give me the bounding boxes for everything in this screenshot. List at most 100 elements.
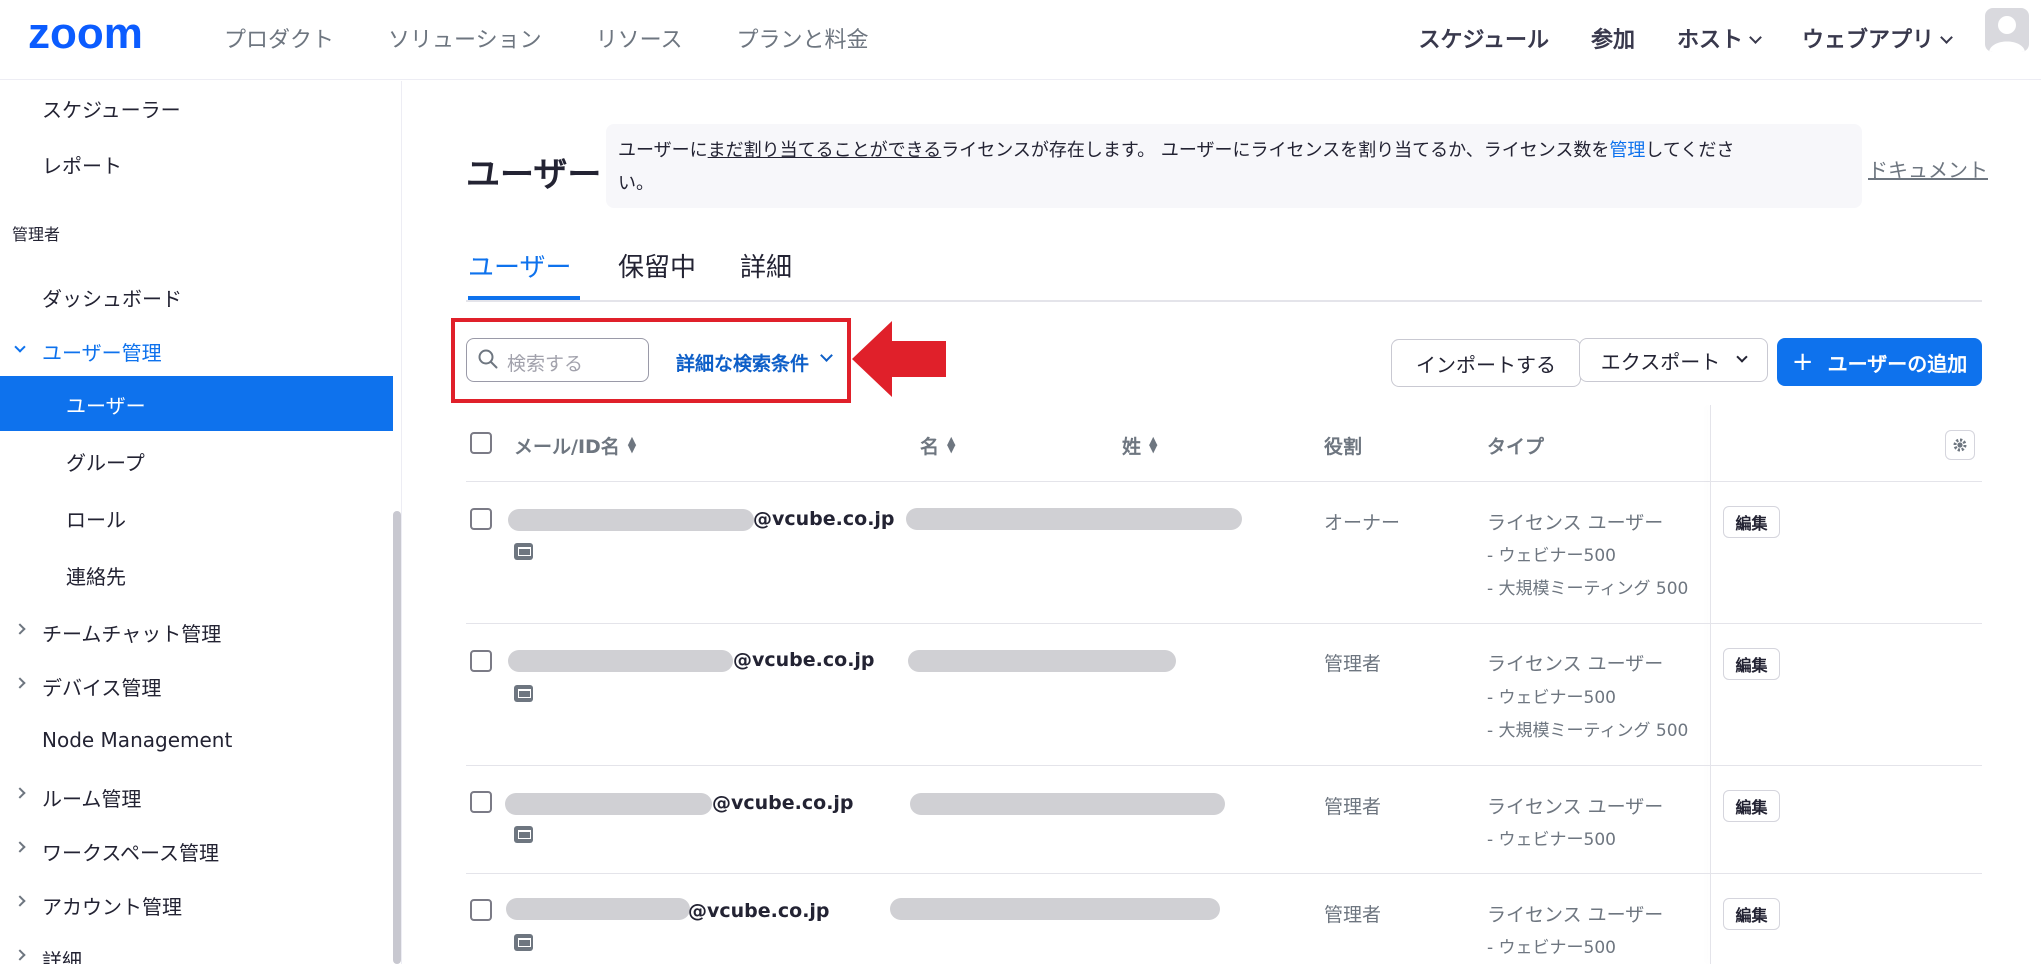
redacted-email-name [508,650,733,672]
sidebar-item-groups[interactable]: グループ [66,447,145,476]
sidebar-item-advanced[interactable]: 詳細 [42,945,82,964]
nav-solutions[interactable]: ソリューション [388,22,542,54]
page-title: ユーザー [466,155,602,195]
avatar[interactable] [1985,8,2029,52]
sidebar-item-user-management[interactable]: ユーザー管理 [42,337,162,366]
annotation-highlight-box [451,318,851,403]
edit-user-button[interactable]: 編集 [1723,790,1780,822]
chevron-right-icon [14,677,26,689]
nav-pricing[interactable]: プランと料金 [736,22,868,54]
sidebar-scrollbar[interactable] [393,511,401,964]
sidebar-item-account[interactable]: アカウント管理 [42,891,182,920]
user-addon: - 大規模ミーティング 500 [1487,579,1689,599]
column-header-email-label: メール/ID名 [514,436,620,458]
sidebar-item-reports[interactable]: レポート [42,150,122,179]
user-addon: - ウェビナー500 [1487,688,1616,708]
mail-icon [514,543,533,560]
svg-text:zoom: zoom [28,12,143,56]
edit-user-button[interactable]: 編集 [1723,648,1780,680]
chevron-down-icon [14,341,26,353]
redacted-full-name [908,650,1176,672]
row-divider [466,481,1982,482]
redacted-email-name [505,793,712,815]
row-checkbox[interactable] [470,650,492,672]
tab-pending[interactable]: 保留中 [618,247,696,284]
edit-button-label: 編集 [1735,906,1768,925]
email-domain: @vcube.co.jp [712,792,854,814]
user-addon: - ウェビナー500 [1487,830,1616,850]
zoom-logo[interactable]: zoom [28,12,178,56]
email-domain: @vcube.co.jp [688,900,830,922]
gear-icon [1953,438,1967,452]
row-checkbox[interactable] [470,791,492,813]
export-button-label: エクスポート [1600,349,1721,374]
column-header-email[interactable]: メール/ID名 ▲ ▼ [514,432,636,459]
edit-user-button[interactable]: 編集 [1723,506,1780,538]
column-header-last-name[interactable]: 姓 ▲ ▼ [1122,432,1157,459]
column-header-role: 役割 [1324,436,1363,458]
add-user-button[interactable]: + ユーザーの追加 [1777,338,1982,386]
sidebar-item-users[interactable]: ユーザー [66,390,146,419]
sidebar-section-admin: 管理者 [12,225,61,244]
column-settings-button[interactable] [1945,430,1975,460]
license-notice: ユーザーにまだ割り当てることができるライセンスが存在します。 ユーザーにライセン… [606,124,1862,208]
edit-user-button[interactable]: 編集 [1723,898,1780,930]
notice-text: い。 [618,173,654,194]
chevron-right-icon [14,949,26,961]
sidebar-item-dashboard[interactable]: ダッシュボード [42,283,182,312]
chevron-right-icon [14,895,26,907]
mail-icon [514,685,533,702]
import-button[interactable]: インポートする [1391,339,1581,387]
notice-text: ユーザーに [618,140,708,161]
row-checkbox[interactable] [470,899,492,921]
sidebar-item-team-chat[interactable]: チームチャット管理 [42,618,221,647]
sidebar-item-roles[interactable]: ロール [66,504,126,533]
user-role: 管理者 [1324,904,1382,926]
row-checkbox[interactable] [470,508,492,530]
user-addon: - ウェビナー500 [1487,546,1616,566]
nav-join[interactable]: 参加 [1591,22,1635,54]
column-header-first-name-label: 名 [920,436,940,458]
notice-text: ライセンスが存在します。 ユーザーにライセンスを割り当てるか、ライセンス数を [941,140,1610,161]
tab-bar: ユーザー 保留中 詳細 [466,245,1982,302]
sidebar-item-node-management[interactable]: Node Management [42,728,232,752]
column-header-first-name[interactable]: 名 ▲ ▼ [920,432,955,459]
nav-left-menu: プロダクト ソリューション リソース プランと料金 [224,22,869,54]
sort-icon: ▲ ▼ [947,434,956,455]
redacted-full-name [906,508,1242,530]
nav-schedule[interactable]: スケジュール [1418,22,1548,54]
nav-web-app[interactable]: ウェブアプリ [1802,22,1951,54]
sidebar-item-scheduler[interactable]: スケジューラー [42,94,181,123]
tab-users[interactable]: ユーザー [468,247,571,284]
documentation-link[interactable]: ドキュメント [1868,154,1988,183]
redacted-full-name [910,793,1225,815]
sort-icon: ▲ ▼ [627,434,637,455]
edit-button-label: 編集 [1735,656,1768,675]
sidebar-item-rooms[interactable]: ルーム管理 [42,783,141,812]
email-domain: @vcube.co.jp [733,649,875,671]
user-addon: - 大規模ミーティング 500 [1487,721,1689,741]
nav-host[interactable]: ホスト [1677,22,1760,54]
top-navigation: zoom プロダクト ソリューション リソース プランと料金 スケジュール 参加… [0,0,2041,80]
mail-icon [514,826,533,843]
row-divider [466,873,1982,874]
user-type: ライセンス ユーザー [1487,512,1664,534]
select-all-checkbox[interactable] [470,432,492,454]
export-dropdown[interactable]: エクスポート [1579,338,1768,382]
chevron-down-icon [1736,351,1748,363]
add-user-button-label: ユーザーの追加 [1827,351,1968,376]
annotation-arrow-icon [852,321,946,397]
user-role: 管理者 [1324,653,1382,675]
sidebar-item-contacts[interactable]: 連絡先 [66,561,126,590]
notice-manage-link[interactable]: 管理 [1609,140,1645,161]
sidebar-item-devices[interactable]: デバイス管理 [42,672,161,701]
nav-resources[interactable]: リソース [596,22,683,54]
sidebar-item-workspaces[interactable]: ワークスペース管理 [42,837,219,866]
active-tab-indicator [468,296,580,300]
sidebar: スケジューラー レポート 管理者 ダッシュボード ユーザー管理 ユーザー グルー… [0,81,402,964]
column-header-type: タイプ [1487,436,1545,458]
email-domain: @vcube.co.jp [753,508,895,530]
tab-advanced[interactable]: 詳細 [740,247,792,284]
notice-underlined-text[interactable]: まだ割り当てることができる [708,140,942,161]
nav-product[interactable]: プロダクト [224,22,334,54]
